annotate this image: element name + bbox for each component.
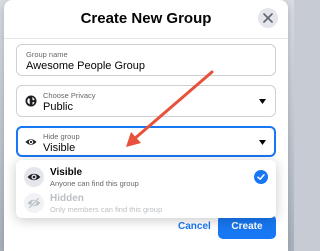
annotation-arrow xyxy=(126,70,214,147)
